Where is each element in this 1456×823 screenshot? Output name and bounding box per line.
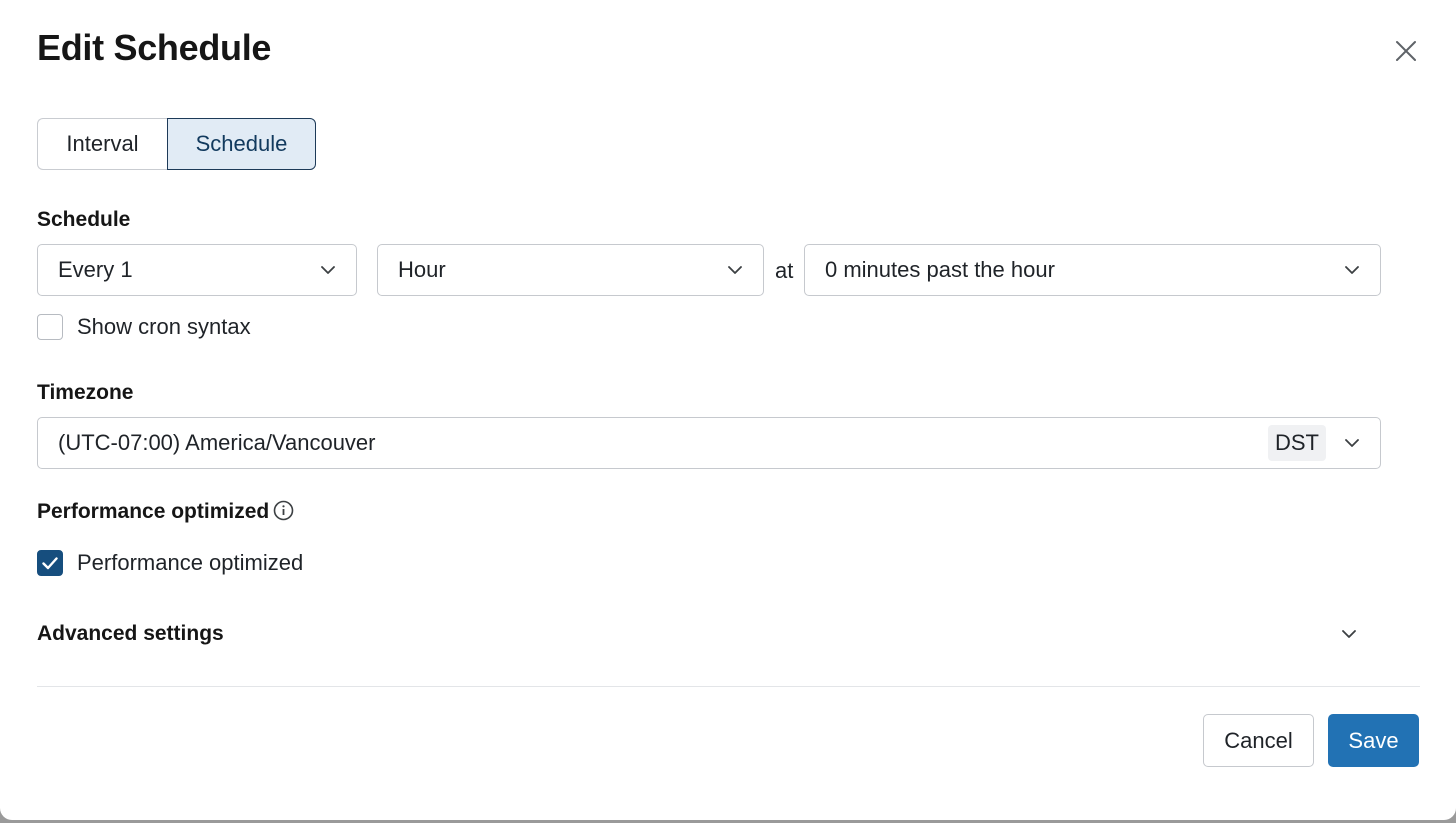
at-label: at xyxy=(775,258,794,283)
advanced-settings-toggle[interactable]: Advanced settings xyxy=(37,606,1357,662)
chevron-down-icon xyxy=(1344,435,1360,451)
performance-label: Performance optimized xyxy=(37,500,270,523)
every-select[interactable]: Every 1 xyxy=(37,244,357,296)
timezone-label: Timezone xyxy=(37,381,134,404)
unit-select-value: Hour xyxy=(398,257,446,282)
unit-select[interactable]: Hour xyxy=(377,244,764,296)
close-button[interactable] xyxy=(1389,34,1423,68)
minute-select[interactable]: 0 minutes past the hour xyxy=(804,244,1381,296)
timezone-value: (UTC-07:00) America/Vancouver xyxy=(58,430,376,455)
performance-row[interactable]: Performance optimized xyxy=(37,550,303,576)
dialog-title: Edit Schedule xyxy=(37,27,272,68)
edit-schedule-dialog: Edit Schedule Interval Schedule Schedule… xyxy=(0,0,1456,820)
tab-schedule[interactable]: Schedule xyxy=(167,118,316,170)
cancel-button[interactable]: Cancel xyxy=(1203,714,1314,767)
show-cron-label: Show cron syntax xyxy=(77,314,251,339)
timezone-select[interactable]: (UTC-07:00) America/Vancouver DST xyxy=(37,417,1381,469)
close-icon xyxy=(1396,41,1416,61)
performance-label-row: Performance optimized xyxy=(37,500,294,524)
tab-interval[interactable]: Interval xyxy=(37,118,167,170)
chevron-down-icon xyxy=(1341,626,1357,642)
chevron-down-icon xyxy=(1344,262,1360,278)
save-button[interactable]: Save xyxy=(1328,714,1419,767)
chevron-down-icon xyxy=(727,262,743,278)
chevron-down-icon xyxy=(320,262,336,278)
mode-tabs: Interval Schedule xyxy=(37,118,316,170)
info-icon[interactable] xyxy=(273,500,294,521)
show-cron-row[interactable]: Show cron syntax xyxy=(37,314,251,340)
check-icon xyxy=(42,556,58,569)
advanced-settings-label: Advanced settings xyxy=(37,622,224,645)
dst-badge: DST xyxy=(1268,425,1326,461)
schedule-label: Schedule xyxy=(37,208,131,231)
footer-divider xyxy=(37,686,1420,687)
minute-select-value: 0 minutes past the hour xyxy=(825,257,1055,282)
show-cron-checkbox[interactable] xyxy=(37,314,63,340)
performance-checkbox[interactable] xyxy=(37,550,63,576)
performance-checkbox-label: Performance optimized xyxy=(77,550,304,575)
every-select-value: Every 1 xyxy=(58,257,133,282)
